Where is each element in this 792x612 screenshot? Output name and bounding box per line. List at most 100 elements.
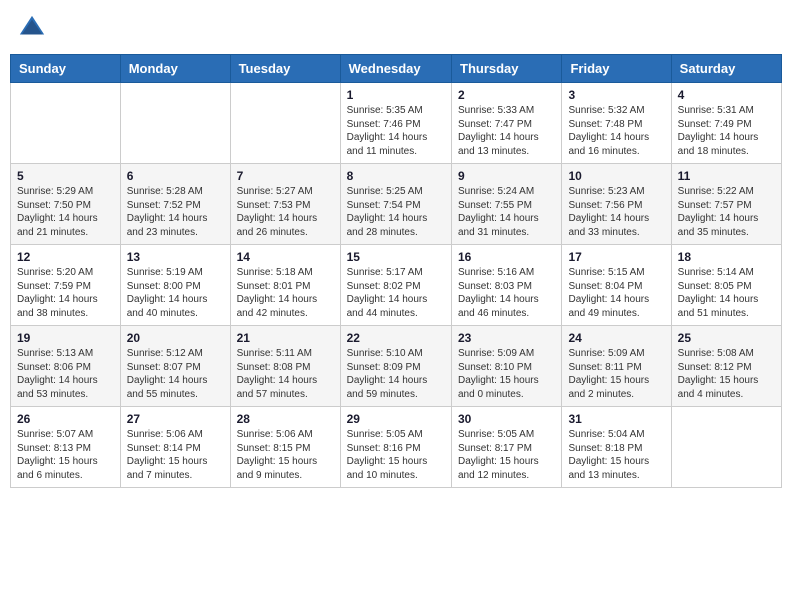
day-number: 11: [678, 169, 775, 183]
day-cell: 4 Sunrise: 5:31 AM Sunset: 7:49 PM Daylig…: [671, 83, 781, 164]
day-cell: 27Sunrise: 5:06 AM Sunset: 8:14 PM Dayli…: [120, 407, 230, 488]
day-cell: 2 Sunrise: 5:33 AM Sunset: 7:47 PM Daylig…: [452, 83, 562, 164]
logo: [18, 14, 50, 42]
day-info: Sunrise: 5:11 AM Sunset: 8:08 PM Dayligh…: [237, 347, 334, 401]
day-cell: 3Sunrise: 5:32 AM Sunset: 7:48 PM Daylig…: [562, 83, 671, 164]
day-number: 25: [678, 331, 775, 345]
day-number: 23: [458, 331, 555, 345]
day-info: Sunrise: 5:16 AM Sunset: 8:03 PM Dayligh…: [458, 266, 555, 320]
day-info: Sunrise: 5:05 AM Sunset: 8:16 PM Dayligh…: [347, 428, 445, 482]
day-number: 10: [568, 169, 664, 183]
day-info: Sunrise: 5:35 AM Sunset: 7:46 PM Dayligh…: [347, 104, 445, 158]
day-number: 18: [678, 250, 775, 264]
day-cell: 12 Sunrise: 5:20 AM Sunset: 7:59 PM Dayli…: [11, 245, 121, 326]
day-cell: 5Sunrise: 5:29 AM Sunset: 7:50 PM Daylig…: [11, 164, 121, 245]
day-info: Sunrise: 5:09 AM Sunset: 8:11 PM Dayligh…: [568, 347, 664, 401]
day-cell: 1 Sunrise: 5:35 AM Sunset: 7:46 PM Daylig…: [340, 83, 451, 164]
day-number: 1: [347, 88, 445, 102]
day-cell: 20 Sunrise: 5:12 AM Sunset: 8:07 PM Dayli…: [120, 326, 230, 407]
weekday-header-tuesday: Tuesday: [230, 55, 340, 83]
weekday-header-friday: Friday: [562, 55, 671, 83]
logo-icon: [18, 14, 46, 42]
day-cell: 8 Sunrise: 5:25 AM Sunset: 7:54 PM Daylig…: [340, 164, 451, 245]
day-cell: 14 Sunrise: 5:18 AM Sunset: 8:01 PM Dayli…: [230, 245, 340, 326]
week-row-4: 19Sunrise: 5:13 AM Sunset: 8:06 PM Dayli…: [11, 326, 782, 407]
day-cell: 29 Sunrise: 5:05 AM Sunset: 8:16 PM Dayli…: [340, 407, 451, 488]
day-cell: 23 Sunrise: 5:09 AM Sunset: 8:10 PM Dayli…: [452, 326, 562, 407]
day-number: 7: [237, 169, 334, 183]
day-info: Sunrise: 5:07 AM Sunset: 8:13 PM Dayligh…: [17, 428, 114, 482]
day-cell: 7 Sunrise: 5:27 AM Sunset: 7:53 PM Daylig…: [230, 164, 340, 245]
day-info: Sunrise: 5:04 AM Sunset: 8:18 PM Dayligh…: [568, 428, 664, 482]
day-info: Sunrise: 5:27 AM Sunset: 7:53 PM Dayligh…: [237, 185, 334, 239]
day-info: Sunrise: 5:22 AM Sunset: 7:57 PM Dayligh…: [678, 185, 775, 239]
day-cell: 31 Sunrise: 5:04 AM Sunset: 8:18 PM Dayli…: [562, 407, 671, 488]
day-info: Sunrise: 5:09 AM Sunset: 8:10 PM Dayligh…: [458, 347, 555, 401]
day-info: Sunrise: 5:24 AM Sunset: 7:55 PM Dayligh…: [458, 185, 555, 239]
day-number: 22: [347, 331, 445, 345]
day-number: 12: [17, 250, 114, 264]
day-number: 16: [458, 250, 555, 264]
week-row-5: 26 Sunrise: 5:07 AM Sunset: 8:13 PM Dayli…: [11, 407, 782, 488]
day-cell: 6 Sunrise: 5:28 AM Sunset: 7:52 PM Daylig…: [120, 164, 230, 245]
day-number: 8: [347, 169, 445, 183]
day-cell: 15Sunrise: 5:17 AM Sunset: 8:02 PM Dayli…: [340, 245, 451, 326]
day-info: Sunrise: 5:05 AM Sunset: 8:17 PM Dayligh…: [458, 428, 555, 482]
day-cell: [230, 83, 340, 164]
day-info: Sunrise: 5:14 AM Sunset: 8:05 PM Dayligh…: [678, 266, 775, 320]
day-number: 19: [17, 331, 114, 345]
day-number: 13: [127, 250, 224, 264]
day-number: 14: [237, 250, 334, 264]
day-number: 26: [17, 412, 114, 426]
day-cell: 18 Sunrise: 5:14 AM Sunset: 8:05 PM Dayli…: [671, 245, 781, 326]
week-row-1: 1 Sunrise: 5:35 AM Sunset: 7:46 PM Daylig…: [11, 83, 782, 164]
day-info: Sunrise: 5:19 AM Sunset: 8:00 PM Dayligh…: [127, 266, 224, 320]
day-number: 31: [568, 412, 664, 426]
day-cell: 19Sunrise: 5:13 AM Sunset: 8:06 PM Dayli…: [11, 326, 121, 407]
day-number: 3: [568, 88, 664, 102]
day-cell: 30 Sunrise: 5:05 AM Sunset: 8:17 PM Dayli…: [452, 407, 562, 488]
day-info: Sunrise: 5:18 AM Sunset: 8:01 PM Dayligh…: [237, 266, 334, 320]
day-number: 17: [568, 250, 664, 264]
day-info: Sunrise: 5:15 AM Sunset: 8:04 PM Dayligh…: [568, 266, 664, 320]
day-info: Sunrise: 5:08 AM Sunset: 8:12 PM Dayligh…: [678, 347, 775, 401]
day-info: Sunrise: 5:29 AM Sunset: 7:50 PM Dayligh…: [17, 185, 114, 239]
day-info: Sunrise: 5:33 AM Sunset: 7:47 PM Dayligh…: [458, 104, 555, 158]
weekday-header-saturday: Saturday: [671, 55, 781, 83]
weekday-header-sunday: Sunday: [11, 55, 121, 83]
day-number: 20: [127, 331, 224, 345]
day-cell: 24Sunrise: 5:09 AM Sunset: 8:11 PM Dayli…: [562, 326, 671, 407]
day-info: Sunrise: 5:31 AM Sunset: 7:49 PM Dayligh…: [678, 104, 775, 158]
day-info: Sunrise: 5:06 AM Sunset: 8:15 PM Dayligh…: [237, 428, 334, 482]
day-info: Sunrise: 5:10 AM Sunset: 8:09 PM Dayligh…: [347, 347, 445, 401]
day-cell: 25 Sunrise: 5:08 AM Sunset: 8:12 PM Dayli…: [671, 326, 781, 407]
day-number: 9: [458, 169, 555, 183]
day-cell: 16 Sunrise: 5:16 AM Sunset: 8:03 PM Dayli…: [452, 245, 562, 326]
day-cell: [11, 83, 121, 164]
day-cell: [120, 83, 230, 164]
day-cell: 13 Sunrise: 5:19 AM Sunset: 8:00 PM Dayli…: [120, 245, 230, 326]
day-number: 2: [458, 88, 555, 102]
day-number: 6: [127, 169, 224, 183]
day-cell: 11 Sunrise: 5:22 AM Sunset: 7:57 PM Dayli…: [671, 164, 781, 245]
weekday-header-thursday: Thursday: [452, 55, 562, 83]
day-info: Sunrise: 5:06 AM Sunset: 8:14 PM Dayligh…: [127, 428, 224, 482]
page-header: [10, 10, 782, 46]
day-info: Sunrise: 5:17 AM Sunset: 8:02 PM Dayligh…: [347, 266, 445, 320]
day-info: Sunrise: 5:20 AM Sunset: 7:59 PM Dayligh…: [17, 266, 114, 320]
day-info: Sunrise: 5:12 AM Sunset: 8:07 PM Dayligh…: [127, 347, 224, 401]
week-row-2: 5Sunrise: 5:29 AM Sunset: 7:50 PM Daylig…: [11, 164, 782, 245]
day-number: 21: [237, 331, 334, 345]
day-number: 4: [678, 88, 775, 102]
weekday-header-row: SundayMondayTuesdayWednesdayThursdayFrid…: [11, 55, 782, 83]
day-cell: 17 Sunrise: 5:15 AM Sunset: 8:04 PM Dayli…: [562, 245, 671, 326]
day-info: Sunrise: 5:25 AM Sunset: 7:54 PM Dayligh…: [347, 185, 445, 239]
weekday-header-monday: Monday: [120, 55, 230, 83]
day-number: 30: [458, 412, 555, 426]
day-cell: 26 Sunrise: 5:07 AM Sunset: 8:13 PM Dayli…: [11, 407, 121, 488]
day-number: 29: [347, 412, 445, 426]
day-cell: 21 Sunrise: 5:11 AM Sunset: 8:08 PM Dayli…: [230, 326, 340, 407]
day-info: Sunrise: 5:28 AM Sunset: 7:52 PM Dayligh…: [127, 185, 224, 239]
day-cell: 10Sunrise: 5:23 AM Sunset: 7:56 PM Dayli…: [562, 164, 671, 245]
day-cell: [671, 407, 781, 488]
